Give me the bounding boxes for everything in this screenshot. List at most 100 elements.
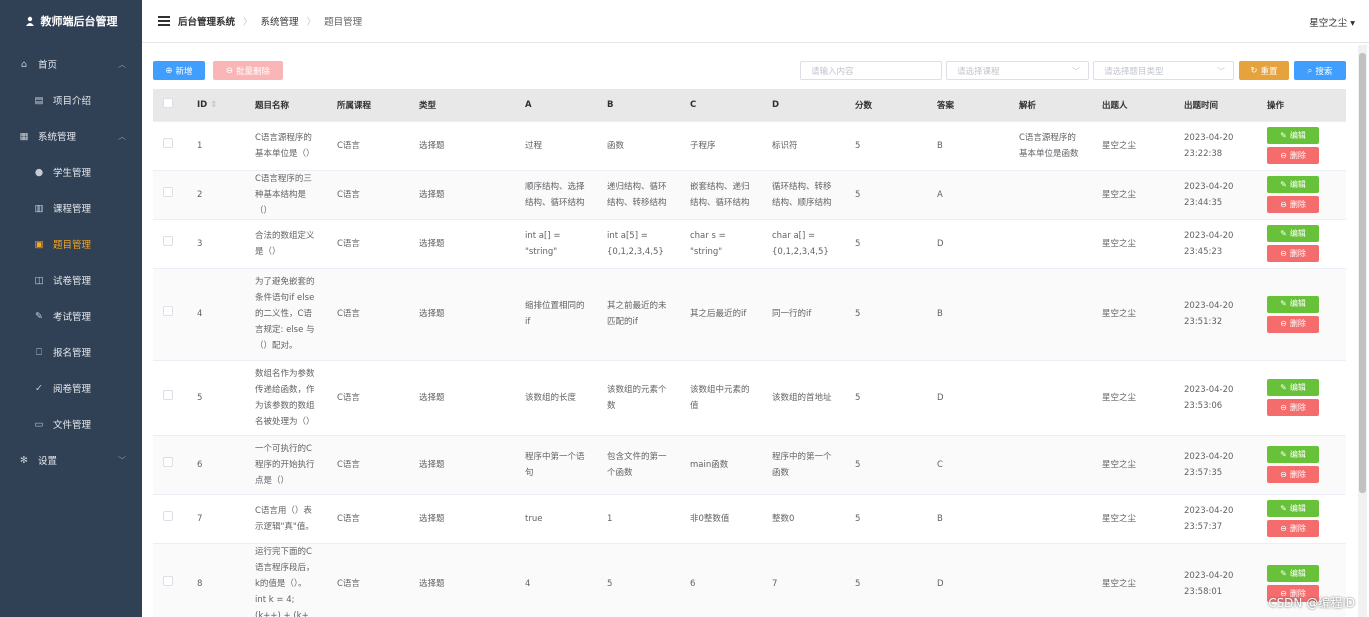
type-select-placeholder: 请选择题目类型 [1104, 66, 1164, 77]
cell-name: 运行完下面的C语言程序段后，k的值是（）。int k = 4; (k++) + … [245, 543, 327, 617]
questions-table: ID ⇕ 题目名称 所属课程 类型 A B C D 分数 答案 解析 出题人 出… [153, 89, 1346, 617]
breadcrumb-item-system[interactable]: 系统管理 [261, 14, 299, 28]
cell-actions: ✎ 编辑 ⊖ 删除 [1257, 121, 1346, 171]
cell-a: int a[] = "string" [515, 219, 597, 269]
cell-analysis [1009, 268, 1092, 361]
scrollbar-thumb[interactable] [1359, 53, 1366, 493]
reset-button[interactable]: ↻ 重置 [1239, 61, 1289, 80]
delete-button[interactable]: ⊖ 删除 [1267, 466, 1319, 483]
edit-button[interactable]: ✎ 编辑 [1267, 176, 1319, 193]
plus-circle-icon: ⊕ [165, 65, 173, 76]
cell-score: 5 [845, 121, 927, 171]
cell-author: 星空之尘 [1092, 543, 1174, 617]
row-checkbox[interactable] [163, 389, 173, 400]
edit-button[interactable]: ✎ 编辑 [1267, 446, 1319, 463]
edit-button[interactable]: ✎ 编辑 [1267, 379, 1319, 396]
cell-time: 2023-04-20 23:51:32 [1174, 268, 1257, 361]
chevron-icon[interactable]: ︿ [118, 131, 126, 142]
row-checkbox-cell[interactable] [153, 543, 187, 617]
delete-button[interactable]: ⊖ 删除 [1267, 520, 1319, 537]
delete-button[interactable]: ⊖ 删除 [1267, 147, 1319, 164]
col-header-id[interactable]: ID ⇕ [187, 89, 245, 122]
sidebar-item-0[interactable]: ⌂ 首页 ︿ [0, 46, 142, 82]
batch-delete-button[interactable]: ⊖ 批量删除 [213, 61, 283, 80]
cell-analysis [1009, 170, 1092, 220]
row-checkbox-cell[interactable] [153, 268, 187, 361]
row-checkbox[interactable] [163, 235, 173, 246]
col-header-c: C [680, 89, 762, 122]
add-button[interactable]: ⊕ 新增 [153, 61, 205, 80]
sidebar-item-label: 题目管理 [53, 240, 92, 251]
edit-button[interactable]: ✎ 编辑 [1267, 565, 1319, 582]
edit-button[interactable]: ✎ 编辑 [1267, 500, 1319, 517]
edit-button[interactable]: ✎ 编辑 [1267, 295, 1319, 313]
row-actions: ✎ 编辑 ⊖ 删除 [1267, 127, 1336, 164]
col-header-answer: 答案 [927, 89, 1009, 122]
row-checkbox[interactable] [163, 575, 173, 586]
page-scrollbar[interactable] [1358, 45, 1367, 617]
col-header-analysis: 解析 [1009, 89, 1092, 122]
edit-icon: ✎ [1280, 382, 1287, 392]
breadcrumb-item-home[interactable]: 后台管理系统 [178, 14, 235, 28]
sidebar-item-9[interactable]: ✓ 阅卷管理 [0, 370, 142, 406]
cell-author: 星空之尘 [1092, 435, 1174, 495]
sidebar-item-10[interactable]: ▭ 文件管理 [0, 406, 142, 442]
select-all-checkbox[interactable] [163, 98, 173, 109]
reset-button-label: 重置 [1260, 66, 1278, 77]
delete-button[interactable]: ⊖ 删除 [1267, 399, 1319, 416]
cell-type: 选择题 [409, 435, 515, 495]
cell-a: 4 [515, 543, 597, 617]
chevron-icon[interactable]: ︿ [118, 59, 126, 70]
row-checkbox[interactable] [163, 186, 173, 197]
sidebar-item-5[interactable]: ▣ 题目管理 [0, 226, 142, 262]
row-checkbox-cell[interactable] [153, 360, 187, 436]
sidebar-item-11[interactable]: ✻ 设置 ﹀ [0, 442, 142, 478]
search-input[interactable]: 请输入内容 [800, 61, 942, 80]
row-actions: ✎ 编辑 ⊖ 删除 [1267, 295, 1336, 333]
row-checkbox[interactable] [163, 306, 173, 316]
edit-button[interactable]: ✎ 编辑 [1267, 127, 1319, 144]
sidebar-item-8[interactable]: ⎕ 报名管理 [0, 334, 142, 370]
row-checkbox-cell[interactable] [153, 219, 187, 269]
menu-toggle-icon[interactable] [158, 16, 170, 26]
cell-actions: ✎ 编辑 ⊖ 删除 [1257, 360, 1346, 436]
cell-name: 为了避免嵌套的条件语句if else的二义性，C语言规定: else 与（）配对… [245, 268, 327, 361]
sidebar-item-1[interactable]: ▤ 项目介绍 [0, 82, 142, 118]
doc-icon: ▤ [34, 94, 44, 106]
breadcrumb-item-current: 题目管理 [324, 17, 363, 28]
delete-button[interactable]: ⊖ 删除 [1267, 245, 1319, 262]
sidebar-item-4[interactable]: ▥ 课程管理 [0, 190, 142, 226]
row-checkbox-cell[interactable] [153, 435, 187, 495]
search-button[interactable]: ⌕ 搜索 [1294, 61, 1346, 80]
sidebar-item-6[interactable]: ◫ 试卷管理 [0, 262, 142, 298]
user-menu[interactable]: 星空之尘 ▾ [1309, 15, 1355, 29]
course-select-placeholder: 请选择课程 [957, 66, 1000, 77]
edit-icon: ✎ [1280, 179, 1287, 189]
cell-course: C语言 [327, 219, 409, 269]
row-checkbox-cell[interactable] [153, 121, 187, 171]
delete-icon: ⊖ [1280, 469, 1287, 479]
sort-icon[interactable]: ⇕ [210, 100, 217, 110]
minus-circle-icon: ⊖ [225, 65, 234, 76]
sidebar-item-7[interactable]: ✎ 考试管理 [0, 298, 142, 334]
cell-answer: B [927, 121, 1009, 171]
edit-button[interactable]: ✎ 编辑 [1267, 225, 1319, 242]
table-header-row: ID ⇕ 题目名称 所属课程 类型 A B C D 分数 答案 解析 出题人 出… [153, 89, 1346, 122]
row-checkbox[interactable] [163, 456, 173, 467]
sidebar-item-3[interactable]: ● 学生管理 [0, 154, 142, 190]
course-select[interactable]: 请选择课程 ﹀ [946, 61, 1089, 80]
search-button-label: 搜索 [1315, 66, 1333, 77]
edit-label: 编辑 [1289, 130, 1306, 140]
chevron-icon[interactable]: ﹀ [118, 455, 126, 466]
edit-label: 编辑 [1289, 382, 1306, 392]
row-checkbox-cell[interactable] [153, 494, 187, 544]
sidebar-item-2[interactable]: ▦ 系统管理 ︿ [0, 118, 142, 154]
row-checkbox-cell[interactable] [153, 170, 187, 220]
type-select[interactable]: 请选择题目类型 ﹀ [1093, 61, 1234, 80]
delete-button[interactable]: ⊖ 删除 [1267, 315, 1319, 333]
col-header-a: A [515, 89, 597, 122]
delete-button[interactable]: ⊖ 删除 [1267, 196, 1319, 213]
row-checkbox[interactable] [163, 510, 173, 521]
select-all-checkbox-cell[interactable] [153, 89, 187, 122]
row-checkbox[interactable] [163, 137, 173, 148]
